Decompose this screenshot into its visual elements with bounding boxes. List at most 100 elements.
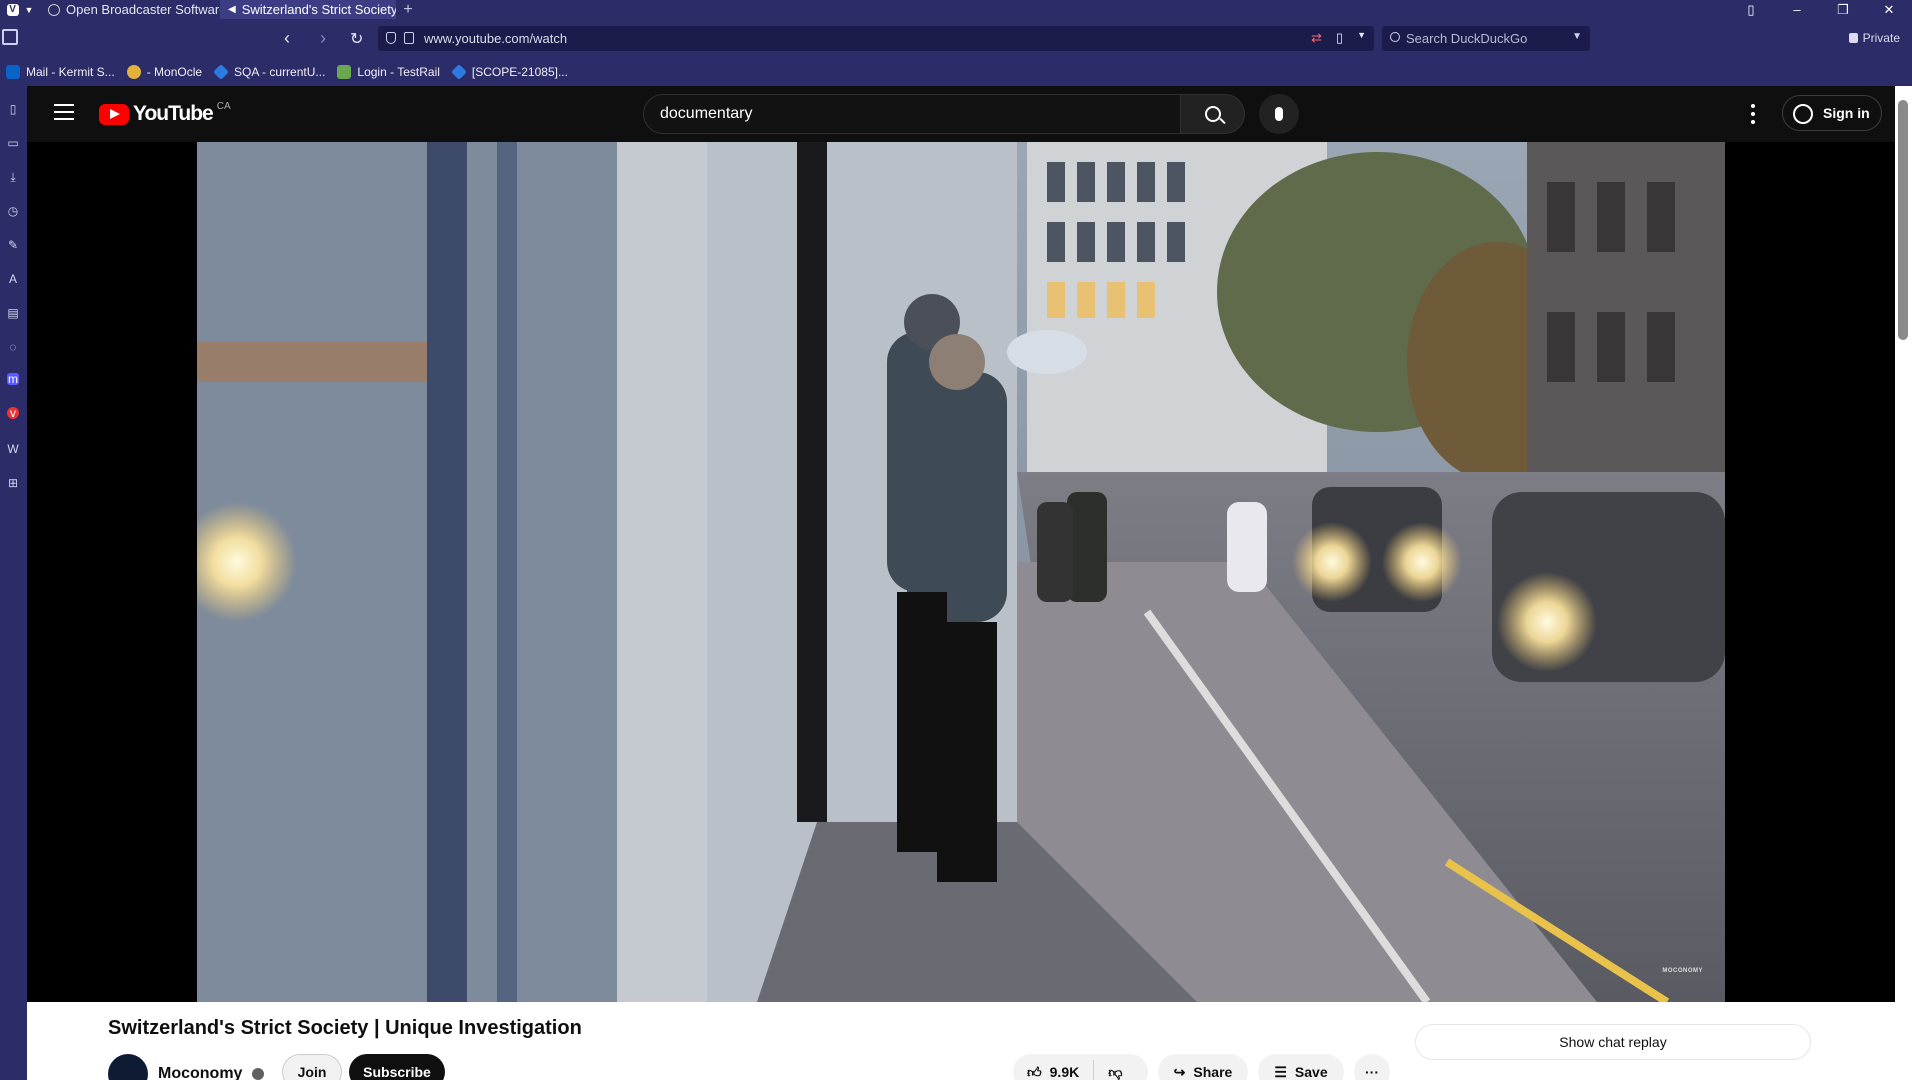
video-scene-image	[197, 142, 1725, 1002]
translate-icon[interactable]: A	[5, 271, 21, 287]
outlook-icon	[6, 65, 20, 79]
tab-youtube-active[interactable]: ◀ Switzerland's Strict Society |	[220, 0, 396, 19]
chevron-down-icon[interactable]: ▼	[1572, 31, 1582, 42]
browser-side-panel: ▯ ▭ ⤓ ◷ ✎ A ▤ ◌ m v W ⊞	[0, 86, 27, 1080]
wikipedia-icon[interactable]: W	[5, 441, 21, 457]
bookmark-icon[interactable]: ▯	[1336, 30, 1343, 46]
channel-avatar[interactable]	[108, 1054, 148, 1080]
chevron-down-icon: ▼	[24, 4, 34, 15]
jira-icon	[213, 64, 229, 80]
window-controls: ▯ – ❐ ✕	[1728, 0, 1912, 19]
search-engine-field[interactable]: Search DuckDuckGo ▼	[1382, 26, 1590, 51]
channel-watermark: MOCONOMY	[1662, 968, 1703, 974]
save-button[interactable]: ☰ Save	[1258, 1054, 1344, 1080]
url-actions: ⇄ ▯ ▼	[1311, 30, 1366, 46]
lock-icon	[1848, 33, 1858, 43]
close-button[interactable]: ✕	[1866, 0, 1912, 19]
search-icon	[1204, 106, 1221, 122]
video-info-section: Switzerland's Strict Society | Unique In…	[27, 1002, 1895, 1080]
youtube-wordmark: YouTube	[133, 102, 214, 125]
video-player[interactable]: MOCONOMY	[27, 142, 1895, 1002]
youtube-header: YouTube CA documentary Sign in	[27, 86, 1895, 142]
testrail-icon	[337, 65, 352, 79]
bookmark-monocle[interactable]: - MonOcle	[121, 58, 208, 86]
page-scrollbar[interactable]	[1895, 86, 1912, 1080]
bookmark-sqa[interactable]: SQA - currentU...	[208, 58, 331, 86]
minimize-button[interactable]: –	[1774, 0, 1820, 19]
shield-icon[interactable]	[386, 32, 396, 44]
search-placeholder: Search DuckDuckGo	[1406, 31, 1528, 46]
sign-in-button[interactable]: Sign in	[1782, 95, 1882, 131]
thumbs-up-icon[interactable]: 👍︎	[1027, 1064, 1042, 1080]
like-divider	[1093, 1060, 1095, 1080]
thumbs-down-icon[interactable]: 👎︎	[1108, 1064, 1122, 1080]
search-input-value: documentary	[660, 105, 753, 122]
history-icon[interactable]: ◷	[5, 203, 21, 219]
like-count[interactable]: 9.9K	[1050, 1064, 1080, 1080]
reading-list-icon[interactable]: ▭	[5, 135, 21, 151]
tab-obs[interactable]: Open Broadcaster Software	[40, 0, 220, 19]
voice-search-button[interactable]	[1259, 94, 1299, 134]
chat-icon[interactable]: ◌	[5, 339, 21, 355]
tab-title: Switzerland's Strict Society |	[241, 2, 396, 17]
bookmark-testrail[interactable]: Login - TestRail	[331, 58, 446, 86]
screen: V ▼ Open Broadcaster Software ◀ Switzerl…	[0, 0, 1912, 1080]
tracker-icon[interactable]: ⇄	[1311, 30, 1322, 46]
vivaldi-menu-button[interactable]: V ▼	[0, 0, 40, 19]
show-chat-replay-button[interactable]: Show chat replay	[1415, 1024, 1811, 1060]
youtube-logo[interactable]: YouTube CA	[99, 100, 231, 126]
search-icon	[1390, 32, 1400, 42]
search-input[interactable]: documentary	[643, 94, 1181, 134]
speaker-icon: ◀	[228, 4, 236, 15]
youtube-page: YouTube CA documentary Sign in MOCONOMY …	[27, 86, 1895, 1080]
tab-title: Open Broadcaster Software	[66, 2, 220, 17]
browser-address-bar: ‹ › ↻ www.youtube.com/watch ⇄ ▯ ▼ Search…	[0, 19, 1912, 58]
country-code: CA	[216, 100, 231, 112]
mastodon-icon[interactable]: m	[7, 372, 19, 386]
tab-trash-icon[interactable]: ▯	[1728, 0, 1774, 19]
settings-kebab-icon[interactable]	[1743, 104, 1763, 124]
youtube-play-icon	[99, 103, 129, 125]
subscribe-button[interactable]: Subscribe	[349, 1054, 445, 1080]
calendar-icon[interactable]: ▤	[5, 305, 21, 321]
jira-icon	[450, 64, 467, 80]
new-tab-button[interactable]: +	[396, 1, 420, 19]
account-icon	[1793, 104, 1813, 124]
back-button[interactable]: ‹	[284, 28, 290, 49]
monocle-icon	[126, 65, 141, 79]
video-frame[interactable]: MOCONOMY	[197, 142, 1725, 1002]
browser-tab-bar: V ▼ Open Broadcaster Software ◀ Switzerl…	[0, 0, 1912, 19]
channel-name[interactable]: Moconomy	[158, 1065, 242, 1080]
panel-toggle-icon[interactable]	[2, 29, 18, 45]
bookmark-mail[interactable]: Mail - Kermit S...	[0, 58, 121, 86]
like-dislike-group: 👍︎ 9.9K 👎︎	[1013, 1054, 1148, 1080]
forward-button[interactable]: ›	[320, 28, 326, 49]
verified-check-icon	[252, 1068, 265, 1080]
vivaldi-logo-icon: V	[6, 3, 19, 16]
share-button[interactable]: ↪ Share	[1158, 1054, 1248, 1080]
url-field[interactable]: www.youtube.com/watch ⇄ ▯ ▼	[378, 26, 1374, 51]
more-actions-button[interactable]: ···	[1354, 1054, 1390, 1080]
search-button[interactable]	[1181, 94, 1245, 134]
reload-button[interactable]: ↻	[350, 29, 363, 49]
bookmarks-bar: Mail - Kermit S... - MonOcle SQA - curre…	[0, 58, 1912, 86]
share-arrow-icon: ↪	[1173, 1063, 1186, 1080]
scrollbar-thumb[interactable]	[1898, 100, 1908, 340]
restore-button[interactable]: ❐	[1820, 0, 1866, 19]
add-panel-icon[interactable]: ⊞	[5, 475, 21, 491]
url-text: www.youtube.com/watch	[424, 31, 568, 46]
chevron-down-icon[interactable]: ▼	[1357, 30, 1366, 46]
bookmarks-panel-icon[interactable]: ▯	[5, 101, 21, 117]
microphone-icon	[1275, 107, 1283, 121]
private-indicator: Private	[1848, 31, 1900, 45]
hamburger-menu-icon[interactable]	[54, 104, 74, 120]
downloads-icon[interactable]: ⤓	[5, 169, 21, 185]
vivaldi-icon[interactable]: v	[7, 406, 19, 420]
notes-icon[interactable]: ✎	[5, 237, 21, 253]
lock-icon[interactable]	[404, 32, 414, 44]
channel-info[interactable]: Moconomy	[108, 1054, 265, 1080]
obs-icon	[48, 3, 60, 16]
bookmark-scope[interactable]: [SCOPE-21085]...	[446, 58, 574, 86]
video-title: Switzerland's Strict Society | Unique In…	[108, 1017, 582, 1039]
join-button[interactable]: Join	[282, 1054, 342, 1080]
